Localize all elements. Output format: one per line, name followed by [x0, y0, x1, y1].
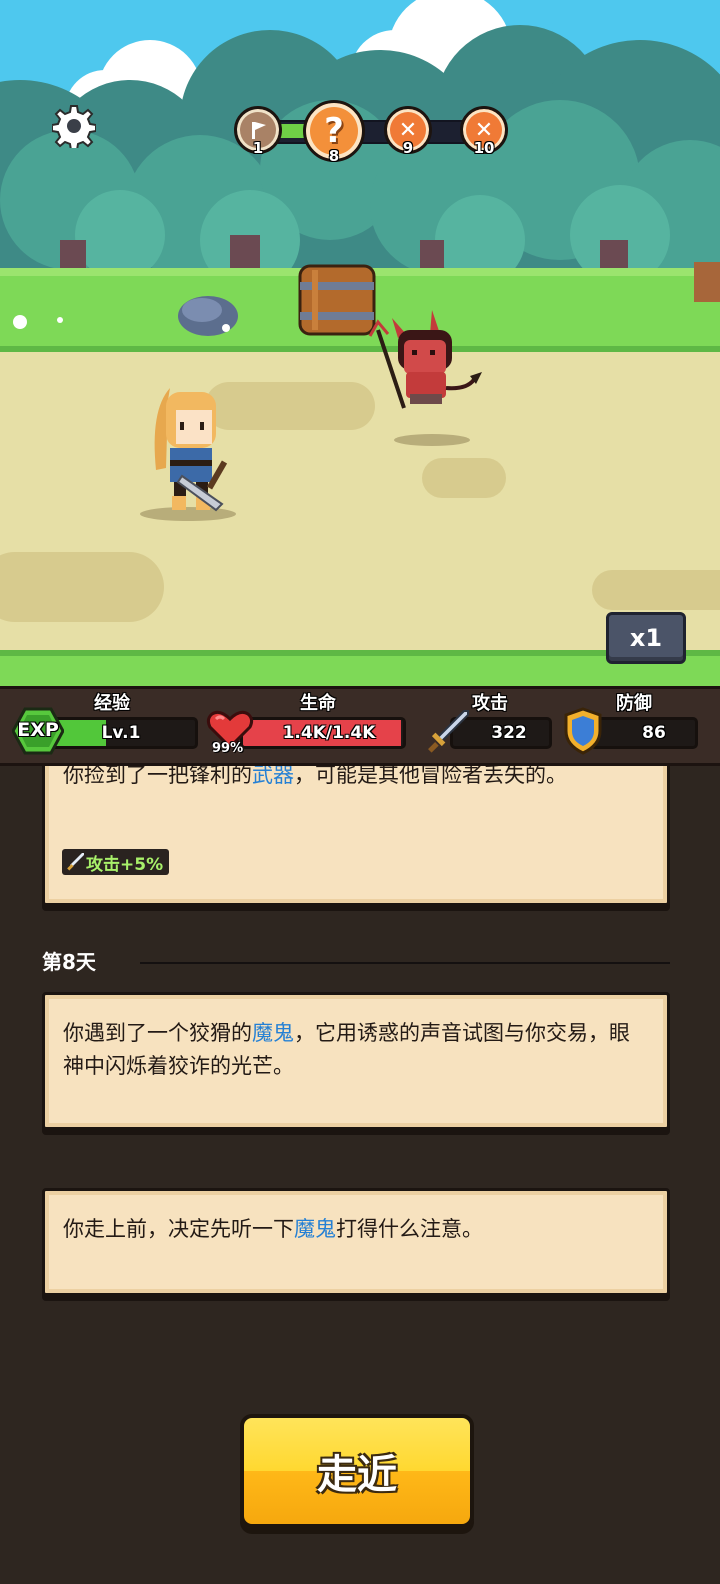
event-text: 你走上前，决定先听一下魔鬼打得什么注意。 — [63, 1213, 645, 1246]
stage-number: 8 — [328, 147, 340, 165]
sword-icon — [428, 710, 469, 753]
hp-bar: 1.4K/1.4K — [240, 717, 406, 749]
keyword-link[interactable]: 武器 — [252, 766, 294, 787]
event-text-part: 打得什么注意。 — [336, 1217, 483, 1241]
shield-icon — [564, 707, 602, 755]
event-text-part: ，可能是其他冒险者丢失的。 — [294, 766, 567, 787]
exp-bar: Lv.1 — [44, 717, 198, 749]
day-label: 第8天 — [42, 950, 96, 974]
level-text: Lv.1 — [101, 723, 141, 743]
barrel — [298, 264, 376, 336]
exp-label: 经验 — [94, 693, 130, 714]
event-card: 你走上前，决定先听一下魔鬼打得什么注意。 — [42, 1188, 670, 1296]
hp-value: 1.4K/1.4K — [282, 723, 376, 743]
hp-label: 生命 — [300, 693, 336, 714]
stats-bar: 经验 Lv.1 EXP 生命 1.4K/1.4K 99% 攻击 322 防御 8… — [0, 686, 720, 766]
event-card: 你捡到了一把锋利的武器，可能是其他冒险者丢失的。 攻击+5% — [42, 766, 670, 906]
approach-button[interactable]: 走近 — [240, 1414, 474, 1528]
exp-badge-text: EXP — [17, 719, 59, 741]
stage-node-1[interactable]: 1 — [234, 106, 282, 157]
defense-box: 86 — [590, 717, 698, 749]
settings-button[interactable] — [51, 104, 97, 151]
stage-node-9[interactable]: ✕ 9 — [384, 106, 432, 157]
game-screen: 1 ? 8 ✕ 9 ✕ 10 x1 经验 Lv.1 EXP 生命 1.4K/1.… — [0, 0, 720, 1584]
sword-icon — [67, 853, 84, 871]
approach-label: 走近 — [317, 1452, 397, 1498]
hp-percent: 99% — [212, 741, 244, 756]
gear-icon — [51, 105, 97, 151]
keyword-link[interactable]: 魔鬼 — [252, 1021, 294, 1045]
event-card: 你遇到了一个狡猾的魔鬼，它用诱惑的声音试图与你交易，眼神中闪烁着狡诈的光芒。 — [42, 992, 670, 1130]
stage-node-8-current[interactable]: ? 8 — [303, 100, 365, 165]
stage-node-10[interactable]: ✕ 10 — [460, 106, 508, 157]
defense-label: 防御 — [616, 693, 652, 714]
attack-label: 攻击 — [472, 693, 508, 714]
event-text-part: 你遇到了一个狡猾的 — [63, 1021, 252, 1045]
event-text-part: 你走上前，决定先听一下 — [63, 1217, 294, 1241]
event-text: 你遇到了一个狡猾的魔鬼，它用诱惑的声音试图与你交易，眼神中闪烁着狡诈的光芒。 — [63, 1017, 645, 1083]
speed-label: x1 — [629, 624, 663, 652]
buff-badge: 攻击+5% — [62, 849, 170, 875]
buff-text: 攻击+5% — [86, 854, 164, 875]
stage-number: 9 — [402, 139, 414, 157]
keyword-link[interactable]: 魔鬼 — [294, 1217, 336, 1241]
defense-value: 86 — [642, 723, 666, 743]
event-text: 你捡到了一把锋利的武器，可能是其他冒险者丢失的。 — [63, 766, 645, 792]
battle-scene: 1 ? 8 ✕ 9 ✕ 10 x1 — [0, 0, 720, 688]
event-text-part: 你捡到了一把锋利的 — [63, 766, 252, 787]
stage-number: 10 — [473, 139, 495, 157]
day-divider — [140, 962, 670, 964]
speed-toggle-button[interactable]: x1 — [606, 612, 686, 664]
stage-number: 1 — [252, 139, 264, 157]
signpost — [694, 262, 720, 302]
